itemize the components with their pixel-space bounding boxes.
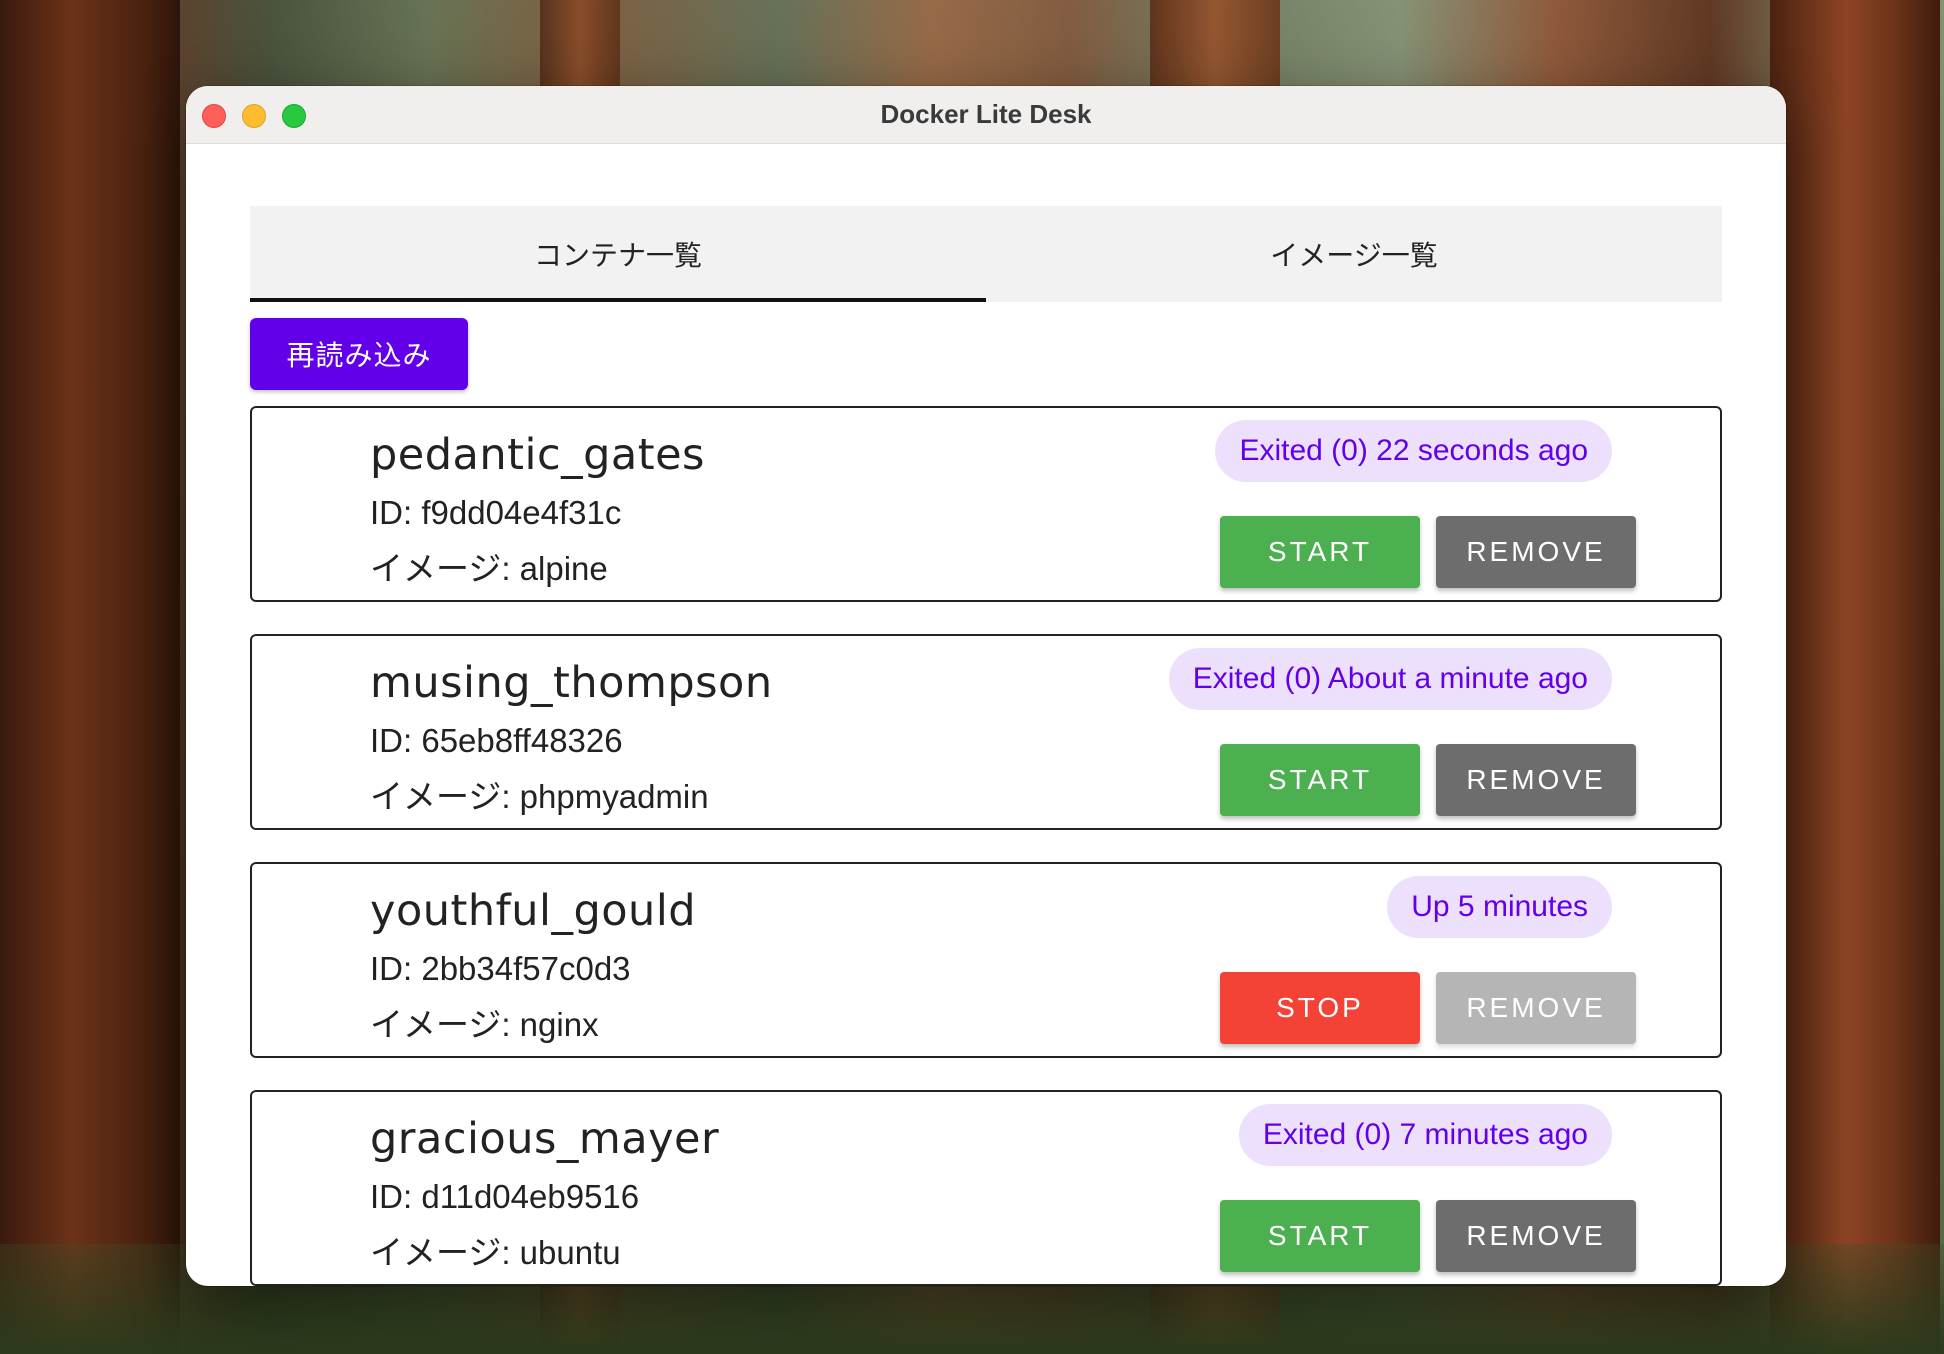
status-badge: Exited (0) 7 minutes ago (1238, 1104, 1612, 1166)
container-card: gracious_mayer ID: d11d04eb9516 イメージ: ub… (250, 1090, 1722, 1286)
container-name: musing_thompson (370, 658, 773, 708)
container-card: musing_thompson ID: 65eb8ff48326 イメージ: p… (250, 634, 1722, 830)
background-tree-trunk (0, 0, 180, 1354)
container-name: gracious_mayer (370, 1114, 720, 1164)
close-window-button[interactable] (202, 104, 226, 128)
app-window: Docker Lite Desk コンテナ一覧 イメージ一覧 再読み込み ped… (186, 86, 1786, 1286)
start-button[interactable]: START (1220, 1200, 1420, 1272)
start-button[interactable]: START (1220, 744, 1420, 816)
start-button[interactable]: START (1220, 516, 1420, 588)
status-badge: Exited (0) About a minute ago (1168, 648, 1612, 710)
remove-button[interactable]: REMOVE (1436, 516, 1636, 588)
remove-button[interactable]: REMOVE (1436, 744, 1636, 816)
container-id: ID: 2bb34f57c0d3 (370, 950, 631, 987)
container-card: youthful_gould ID: 2bb34f57c0d3 イメージ: ng… (250, 862, 1722, 1058)
reload-button[interactable]: 再読み込み (250, 318, 468, 390)
window-controls (202, 104, 306, 128)
container-image: イメージ: phpmyadmin (370, 778, 709, 815)
container-image: イメージ: ubuntu (370, 1234, 621, 1271)
container-id: ID: 65eb8ff48326 (370, 722, 623, 759)
status-badge: Up 5 minutes (1387, 876, 1612, 938)
container-image: イメージ: alpine (370, 550, 608, 587)
background-tree-trunk (1770, 0, 1940, 1354)
status-badge: Exited (0) 22 seconds ago (1215, 420, 1612, 482)
zoom-window-button[interactable] (282, 104, 306, 128)
container-name: pedantic_gates (370, 430, 705, 480)
remove-button-disabled: REMOVE (1436, 972, 1636, 1044)
container-name: youthful_gould (370, 886, 697, 936)
tab-bar: コンテナ一覧 イメージ一覧 (250, 206, 1722, 302)
container-id: ID: f9dd04e4f31c (370, 494, 622, 531)
container-card: pedantic_gates ID: f9dd04e4f31c イメージ: al… (250, 406, 1722, 602)
container-image: イメージ: nginx (370, 1006, 599, 1043)
main-content: コンテナ一覧 イメージ一覧 再読み込み pedantic_gates ID: f… (186, 144, 1786, 1286)
tab-containers[interactable]: コンテナ一覧 (250, 206, 986, 302)
remove-button[interactable]: REMOVE (1436, 1200, 1636, 1272)
container-id: ID: d11d04eb9516 (370, 1178, 640, 1215)
window-title: Docker Lite Desk (880, 99, 1092, 129)
stop-button[interactable]: STOP (1220, 972, 1420, 1044)
minimize-window-button[interactable] (242, 104, 266, 128)
title-bar[interactable]: Docker Lite Desk (186, 86, 1786, 144)
tab-images[interactable]: イメージ一覧 (986, 206, 1722, 302)
